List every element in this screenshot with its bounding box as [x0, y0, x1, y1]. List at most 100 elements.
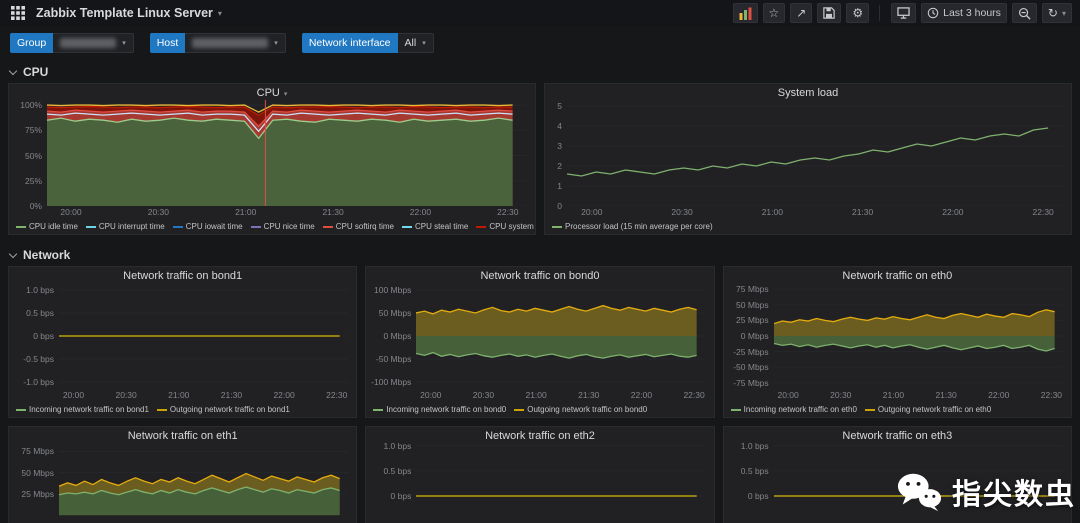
y-tick-label: -50 Mbps [733, 362, 769, 373]
chart-plot[interactable] [47, 100, 527, 206]
panel-title-eth2[interactable]: Network traffic on eth2 [366, 427, 713, 443]
legend-item[interactable]: CPU nice time [250, 222, 315, 231]
x-tick-label: 20:30 [147, 207, 169, 217]
chart-plot[interactable] [59, 443, 348, 523]
legend-item[interactable]: Incoming network traffic on eth0 [730, 405, 857, 414]
panel-system-load: System load 543210 20:00 20:30 21:00 21:30 2… [544, 83, 1072, 235]
panel-title-bond1[interactable]: Network traffic on bond1 [9, 267, 356, 283]
host-value-dropdown[interactable]: ▾ [185, 33, 286, 53]
refresh-button[interactable]: ↻ ▾ [1041, 3, 1072, 23]
chart-canvas[interactable] [567, 100, 1063, 206]
y-tick-label: 50 Mbps [21, 467, 54, 478]
caret-down-icon: ▾ [283, 91, 288, 98]
add-panel-button[interactable] [732, 3, 758, 23]
y-tick-label: 100 Mbps [373, 284, 412, 295]
panel-title-eth0[interactable]: Network traffic on eth0 [724, 267, 1071, 283]
legend-item[interactable]: Outgoing network traffic on eth0 [864, 405, 991, 414]
legend-item[interactable]: Incoming network traffic on bond0 [373, 405, 506, 414]
plot-area: 75 Mbps 50 Mbps 25 Mbps 0 Mbps -25 Mbps -50 M… [724, 283, 1071, 389]
series-area-cpu-idle-area [47, 118, 513, 206]
row-title-cpu: CPU [23, 65, 49, 79]
y-tick-label: 0 Mbps [740, 331, 769, 341]
chart-canvas[interactable] [59, 443, 348, 523]
chart-plot[interactable] [416, 443, 705, 523]
legend-color-dash [16, 408, 26, 411]
x-tick-label: 21:00 [525, 390, 547, 400]
chart-canvas[interactable] [773, 283, 1063, 389]
x-tick-label: 22:30 [326, 390, 348, 400]
panel-title-eth1[interactable]: Network traffic on eth1 [9, 427, 356, 443]
x-tick-label: 21:30 [220, 390, 243, 400]
save-dashboard-button[interactable] [817, 3, 842, 23]
legend-item[interactable]: CPU iowait time [172, 222, 243, 231]
y-tick-label: 0 bps [33, 331, 54, 341]
y-axis: 1.0 bps 0.5 bps 0 bps -0.5 bps -1.0 bps [9, 283, 59, 389]
grid-icon [11, 6, 25, 20]
legend-item[interactable]: Incoming network traffic on bond1 [16, 405, 149, 414]
x-tick-label: 22:00 [988, 390, 1010, 400]
navbar-left: Zabbix Template Linux Server ▾ [8, 3, 222, 23]
panel-title-bond0[interactable]: Network traffic on bond0 [366, 267, 713, 283]
chart-canvas[interactable] [416, 443, 705, 523]
panel-title-system-load[interactable]: System load [545, 84, 1071, 100]
legend-item[interactable]: CPU system time [476, 222, 535, 231]
chart-canvas[interactable] [416, 283, 705, 389]
legend-color-dash [322, 225, 333, 228]
x-tick-label: 22:30 [497, 207, 519, 217]
y-tick-label: 0 bps [747, 491, 769, 501]
chevron-down-icon [8, 66, 18, 75]
chart-plot[interactable] [567, 100, 1063, 206]
row-header-network[interactable]: Network [0, 243, 1080, 266]
y-tick-label: 1.0 bps [26, 284, 54, 295]
legend-color-dash [16, 225, 26, 228]
chart-plot[interactable] [773, 283, 1063, 389]
zoom-out-button[interactable] [1011, 3, 1037, 23]
x-tick-label: 21:30 [935, 390, 957, 400]
share-dashboard-button[interactable]: ↗ [790, 3, 813, 23]
star-dashboard-button[interactable]: ☆ [762, 3, 786, 23]
panel-title-eth3[interactable]: Network traffic on eth3 [724, 427, 1071, 443]
x-tick-label: 20:30 [830, 390, 852, 400]
chevron-down-icon [8, 249, 18, 258]
x-tick-label: 22:00 [942, 207, 964, 217]
panel-title-cpu[interactable]: CPU ▾ [9, 84, 535, 100]
row-header-cpu[interactable]: CPU [0, 60, 1080, 83]
x-tick-label: 22:00 [409, 207, 432, 217]
group-value-dropdown[interactable]: ▾ [53, 33, 134, 53]
legend-item[interactable]: Processor load (15 min average per core) [552, 222, 713, 231]
menu-grid-icon[interactable] [8, 3, 28, 23]
caret-down-icon: ▾ [1061, 8, 1066, 18]
chart-canvas[interactable] [59, 283, 348, 389]
chart-plot[interactable] [416, 283, 705, 389]
chart-plot[interactable] [59, 283, 348, 389]
y-tick-label: 50 Mbps [378, 307, 412, 318]
row-title-network: Network [23, 248, 71, 262]
caret-down-icon: ▾ [274, 40, 278, 47]
cycle-view-mode-button[interactable] [891, 3, 917, 23]
panel-title-text: Network traffic on eth3 [842, 430, 953, 442]
legend-item[interactable]: Outgoing network traffic on bond1 [156, 405, 290, 414]
y-tick-label: 1 [557, 181, 562, 191]
legend-item[interactable]: CPU interrupt time [85, 222, 165, 231]
y-tick-label: 50 Mbps [736, 299, 769, 310]
monitor-icon [897, 7, 910, 19]
legend-item[interactable]: CPU softirq time [322, 222, 394, 231]
x-tick-label: 20:30 [671, 207, 693, 217]
y-tick-label: 0.5 bps [383, 465, 412, 476]
plot-area: 1.0 bps 0.5 bps 0 bps [366, 441, 713, 523]
network-panel-row-1: Network traffic on bond1 1.0 bps 0.5 bps 0… [0, 266, 1080, 418]
y-tick-label: 5 [557, 101, 562, 111]
time-range-picker[interactable]: Last 3 hours [921, 3, 1007, 23]
y-tick-label: 50% [24, 150, 42, 161]
chart-canvas[interactable] [47, 100, 527, 206]
x-tick-label: 22:30 [1032, 207, 1054, 217]
x-tick-label: 22:30 [1040, 390, 1063, 400]
network-interface-dropdown[interactable]: All ▾ [397, 33, 434, 53]
caret-down-icon: ▾ [217, 8, 222, 18]
legend-item[interactable]: Outgoing network traffic on bond0 [514, 405, 647, 414]
legend-item[interactable]: CPU steal time [401, 222, 468, 231]
legend-item[interactable]: CPU idle time [16, 222, 78, 231]
dashboard-title[interactable]: Zabbix Template Linux Server ▾ [36, 6, 222, 20]
dashboard-settings-button[interactable]: ⚙ [846, 3, 870, 23]
y-tick-label: 25% [24, 175, 42, 186]
